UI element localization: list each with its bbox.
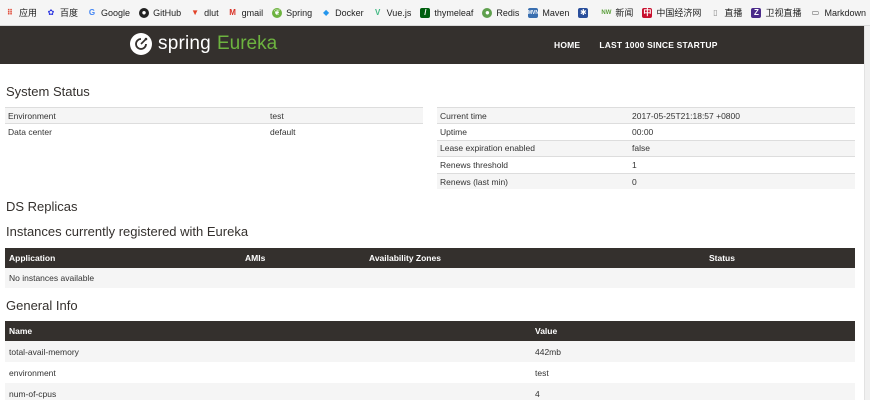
- info-name: total-avail-memory: [5, 341, 531, 362]
- table-header-row: Name Value: [5, 321, 855, 341]
- bookmark-google[interactable]: G Google: [87, 8, 130, 18]
- status-key: Renews threshold: [437, 156, 629, 174]
- system-status-heading: System Status: [6, 84, 90, 99]
- bookmark-thymeleaf[interactable]: / thymeleaf: [420, 7, 473, 18]
- instances-table: Application AMIs Availability Zones Stat…: [5, 248, 855, 288]
- eureka-navbar: spring Eureka HOME LAST 1000 SINCE START…: [0, 26, 864, 64]
- bookmark-maven[interactable]: MVN Maven: [527, 7, 569, 18]
- thymeleaf-icon: /: [420, 7, 431, 18]
- ds-replicas-heading: DS Replicas: [6, 199, 78, 214]
- bookmark-vuejs[interactable]: V Vue.js: [373, 7, 411, 18]
- status-key: Uptime: [437, 123, 629, 141]
- spring-eureka-logo[interactable]: spring Eureka: [130, 33, 277, 55]
- vue-icon: V: [374, 7, 381, 17]
- bookmark-news[interactable]: NW 新闻: [601, 6, 633, 19]
- col-value: Value: [531, 321, 855, 341]
- table-row: total-avail-memory 442mb: [5, 341, 855, 362]
- table-row: Environment test: [5, 106, 423, 124]
- brand-eureka-text: Eureka: [216, 33, 278, 54]
- google-icon: G: [88, 7, 96, 17]
- status-key: Renews (last min): [437, 172, 629, 190]
- status-value: 0: [629, 172, 855, 190]
- info-value: 4: [531, 383, 855, 400]
- redis-icon: ●: [482, 7, 493, 18]
- status-key: Lease expiration enabled: [437, 139, 629, 157]
- gmail-icon: M: [229, 7, 236, 17]
- col-application: Application: [5, 248, 241, 268]
- ce-icon: 中: [642, 7, 653, 18]
- status-value: false: [629, 139, 855, 157]
- bookmark-github[interactable]: ● GitHub: [139, 7, 181, 18]
- status-key: Data center: [5, 123, 267, 141]
- status-key: Environment: [5, 106, 267, 124]
- table-row: Data center default: [5, 123, 423, 141]
- no-instances-message: No instances available: [5, 268, 855, 288]
- bookmark-tv-live[interactable]: Z 卫视直播: [751, 6, 801, 19]
- col-status: Status: [705, 248, 855, 268]
- nav-last-1000-link[interactable]: LAST 1000 SINCE STARTUP: [599, 40, 717, 50]
- status-value: 1: [629, 156, 855, 174]
- table-row: Renews (last min) 0: [437, 172, 855, 190]
- apps-grid-icon: ⠿: [6, 7, 14, 17]
- document-icon: ▯: [713, 7, 718, 17]
- maven-icon: MVN: [527, 7, 539, 18]
- status-value: default: [267, 123, 423, 141]
- nav-links: HOME LAST 1000 SINCE STARTUP: [554, 40, 737, 50]
- docker-icon: ◆: [323, 7, 330, 17]
- status-key: Current time: [437, 106, 629, 124]
- status-value: test: [267, 106, 423, 124]
- info-value: 442mb: [531, 341, 855, 362]
- gitlab-icon: ▼: [191, 7, 200, 17]
- bookmark-spring[interactable]: ❦ Spring: [272, 7, 312, 18]
- bookmark-globe[interactable]: ✱: [578, 7, 592, 18]
- table-row: environment test: [5, 362, 855, 383]
- status-value: 2017-05-25T21:18:57 +0800: [629, 106, 855, 124]
- table-row: No instances available: [5, 268, 855, 288]
- spring-leaf-icon: [130, 33, 152, 55]
- bookmark-docker[interactable]: ◆ Docker: [321, 8, 364, 18]
- bookmark-markdown[interactable]: ▭ Markdown: [810, 8, 866, 18]
- brand-spring-text: spring: [158, 33, 211, 54]
- bookmark-baidu[interactable]: ✿ 百度: [46, 6, 78, 19]
- github-icon: ●: [139, 7, 150, 18]
- table-header-row: Application AMIs Availability Zones Stat…: [5, 248, 855, 268]
- tv-icon: Z: [751, 7, 762, 18]
- spring-icon: ❦: [272, 7, 283, 18]
- col-availability-zones: Availability Zones: [365, 248, 705, 268]
- bookmark-redis[interactable]: ● Redis: [482, 7, 519, 18]
- instances-heading: Instances currently registered with Eure…: [6, 224, 249, 239]
- bookmark-ce[interactable]: 中中国经济网: [642, 6, 701, 19]
- book-icon: ▭: [811, 7, 820, 17]
- table-row: Uptime 00:00: [437, 123, 855, 141]
- globe-icon: ✱: [578, 7, 589, 18]
- info-value: test: [531, 362, 855, 383]
- bookmark-gmail[interactable]: Mgmail: [228, 7, 263, 18]
- bookmark-apps[interactable]: ⠿ 应用: [5, 6, 37, 19]
- nav-home-link[interactable]: HOME: [554, 40, 580, 50]
- info-name: environment: [5, 362, 531, 383]
- col-amis: AMIs: [241, 248, 365, 268]
- table-row: num-of-cpus 4: [5, 383, 855, 400]
- news-icon: NW: [601, 9, 612, 16]
- general-info-table: Name Value total-avail-memory 442mb envi…: [5, 321, 855, 400]
- bookmarks-bar: ⠿ 应用 ✿ 百度 G Google ● GitHub ▼ dlut Mgmail ❦ Sp…: [0, 0, 870, 26]
- info-name: num-of-cpus: [5, 383, 531, 400]
- page-scrollbar[interactable]: [864, 26, 870, 400]
- status-value: 00:00: [629, 123, 855, 141]
- col-name: Name: [5, 321, 531, 341]
- general-info-heading: General Info: [6, 298, 78, 313]
- bookmark-live[interactable]: ▯ 直播: [710, 6, 742, 19]
- page-content: System Status Environment test Data cent…: [0, 64, 864, 400]
- system-status-left-table: Environment test Data center default: [5, 106, 423, 141]
- table-row: Renews threshold 1: [437, 156, 855, 174]
- bookmark-dlut[interactable]: ▼ dlut: [190, 7, 218, 18]
- system-status-right-table: Current time 2017-05-25T21:18:57 +0800 U…: [437, 106, 855, 190]
- baidu-icon: ✿: [47, 7, 55, 17]
- table-row: Lease expiration enabled false: [437, 139, 855, 157]
- table-row: Current time 2017-05-25T21:18:57 +0800: [437, 106, 855, 124]
